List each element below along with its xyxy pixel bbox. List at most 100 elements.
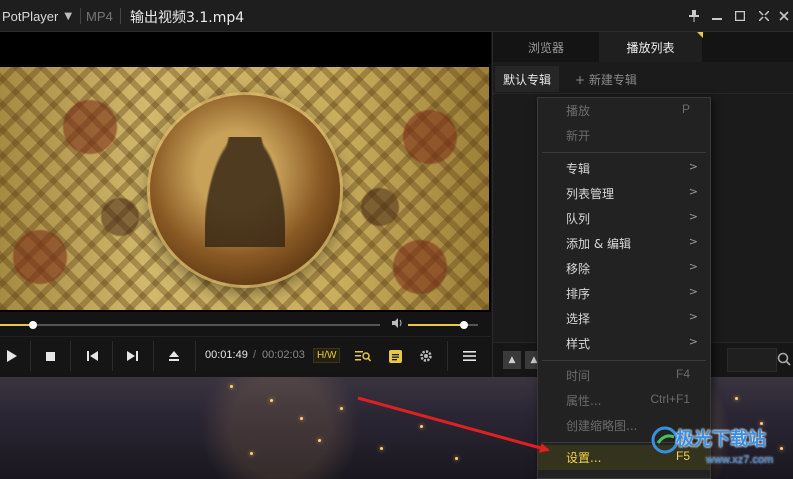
city-light	[300, 417, 303, 420]
site-watermark-name: 极光下载站	[676, 429, 766, 450]
new-album-button[interactable]: + 新建专辑	[575, 66, 637, 92]
title-divider	[80, 8, 81, 24]
menu-item-shortcut: P	[681, 102, 690, 116]
playlist-search-input[interactable]	[727, 348, 777, 372]
chevron-right-icon: >	[688, 160, 698, 173]
chevron-right-icon: >	[688, 310, 698, 323]
gear-icon[interactable]	[414, 337, 438, 375]
city-light	[250, 452, 253, 455]
city-light	[420, 425, 423, 428]
format-label: MP4	[86, 9, 113, 24]
volume-fill	[408, 324, 464, 326]
search-icon[interactable]	[777, 352, 791, 369]
tab-playlist[interactable]: 播放列表	[599, 32, 703, 62]
menu-item-label: 队列	[566, 212, 591, 226]
panel-tabs: 浏览器 播放列表	[493, 32, 793, 62]
current-time: 00:01:49	[205, 349, 248, 361]
pin-icon[interactable]	[686, 8, 702, 24]
app-menu-button[interactable]: PotPlayer ▼	[0, 0, 78, 32]
seek-handle[interactable]	[29, 321, 38, 329]
subtitle-icon[interactable]	[383, 337, 407, 375]
move-top-icon[interactable]: ▲	[503, 351, 521, 369]
city-light	[780, 447, 783, 450]
seek-track[interactable]	[0, 321, 380, 329]
menu-item-properties[interactable]: 属性... Ctrl+F1	[538, 388, 710, 413]
menu-item-label: 设置...	[566, 451, 602, 465]
menu-item-shortcut: F4	[675, 367, 690, 381]
minimize-icon[interactable]	[709, 8, 725, 24]
menu-item-label: 排序	[566, 287, 591, 301]
control-divider	[112, 341, 113, 371]
menu-item-label: 列表管理	[566, 187, 615, 201]
tab-corner-marker	[697, 32, 703, 38]
album-tab-default[interactable]: 默认专辑	[495, 66, 560, 92]
control-divider	[447, 341, 448, 371]
menu-item-sort[interactable]: 排序 >	[538, 281, 710, 306]
tab-browser[interactable]: 浏览器	[493, 32, 599, 62]
site-watermark-url: www.xz7.com	[706, 454, 774, 466]
chevron-right-icon: >	[688, 260, 698, 273]
menu-item-label: 时间	[566, 369, 591, 383]
video-viewport[interactable]	[0, 32, 491, 312]
playlist-context-menu: 播放 P 新开 专辑 > 列表管理 > 队列 > 添加 & 编辑 > 移除 > …	[537, 97, 711, 479]
close-icon[interactable]	[776, 8, 792, 24]
playlist-search-icon[interactable]	[350, 337, 376, 375]
title-divider	[120, 8, 121, 24]
app-name: PotPlayer	[2, 8, 59, 24]
menu-item-label: 创建缩略图...	[566, 419, 638, 433]
volume-control[interactable]	[392, 318, 480, 332]
chevron-right-icon: >	[688, 185, 698, 198]
menu-item-album[interactable]: 专辑 >	[538, 156, 710, 181]
maximize-icon[interactable]	[732, 8, 748, 24]
next-button[interactable]	[118, 337, 146, 375]
menu-separator	[542, 152, 706, 153]
stop-button[interactable]	[36, 337, 64, 375]
menu-item-remove[interactable]: 移除 >	[538, 256, 710, 281]
video-orb-image	[150, 95, 340, 285]
chevron-right-icon: >	[688, 285, 698, 298]
menu-item-label: 属性...	[566, 394, 602, 408]
city-light	[380, 447, 383, 450]
menu-item-queue[interactable]: 队列 >	[538, 206, 710, 231]
control-divider	[30, 341, 31, 371]
menu-item-label: 移除	[566, 262, 591, 276]
menu-item-label: 专辑	[566, 162, 591, 176]
title-bar: PotPlayer ▼ MP4 输出视频3.1.mp4	[0, 0, 793, 32]
hw-decode-badge[interactable]: H/W	[313, 348, 341, 363]
menu-icon[interactable]	[455, 337, 483, 375]
file-title: 输出视频3.1.mp4	[130, 10, 245, 26]
previous-button[interactable]	[78, 337, 106, 375]
fullscreen-icon[interactable]	[756, 8, 772, 24]
menu-item-select[interactable]: 选择 >	[538, 306, 710, 331]
chevron-right-icon: >	[688, 235, 698, 248]
menu-item-play[interactable]: 播放 P	[538, 98, 710, 123]
seek-bar[interactable]	[0, 318, 380, 332]
chevron-down-icon: ▼	[64, 10, 73, 22]
city-light	[455, 457, 458, 460]
control-divider	[153, 341, 154, 371]
menu-item-open-new[interactable]: 新开	[538, 123, 710, 148]
control-bar: 00:01:49 / 00:02:03 H/W	[0, 336, 491, 374]
video-silhouette	[205, 137, 285, 247]
menu-item-style[interactable]: 样式 >	[538, 331, 710, 356]
menu-item-label: 样式	[566, 337, 591, 351]
menu-item-label: 选择	[566, 312, 591, 326]
play-button[interactable]	[0, 337, 24, 375]
album-row: 默认专辑 + 新建专辑	[493, 62, 793, 94]
menu-item-label: 新开	[566, 129, 591, 143]
menu-item-list-manage[interactable]: 列表管理 >	[538, 181, 710, 206]
menu-item-add-edit[interactable]: 添加 & 编辑 >	[538, 231, 710, 256]
menu-item-time[interactable]: 时间 F4	[538, 363, 710, 388]
volume-handle[interactable]	[460, 321, 468, 329]
video-frame	[0, 67, 489, 310]
city-light	[230, 385, 233, 388]
menu-separator	[542, 360, 706, 361]
volume-track[interactable]	[408, 321, 478, 329]
speaker-icon[interactable]	[392, 318, 404, 331]
eject-button[interactable]	[160, 337, 188, 375]
city-light	[270, 399, 273, 402]
control-divider	[70, 341, 71, 371]
time-separator: /	[253, 349, 257, 361]
menu-item-shortcut: Ctrl+F1	[650, 392, 690, 406]
city-light	[340, 407, 343, 410]
